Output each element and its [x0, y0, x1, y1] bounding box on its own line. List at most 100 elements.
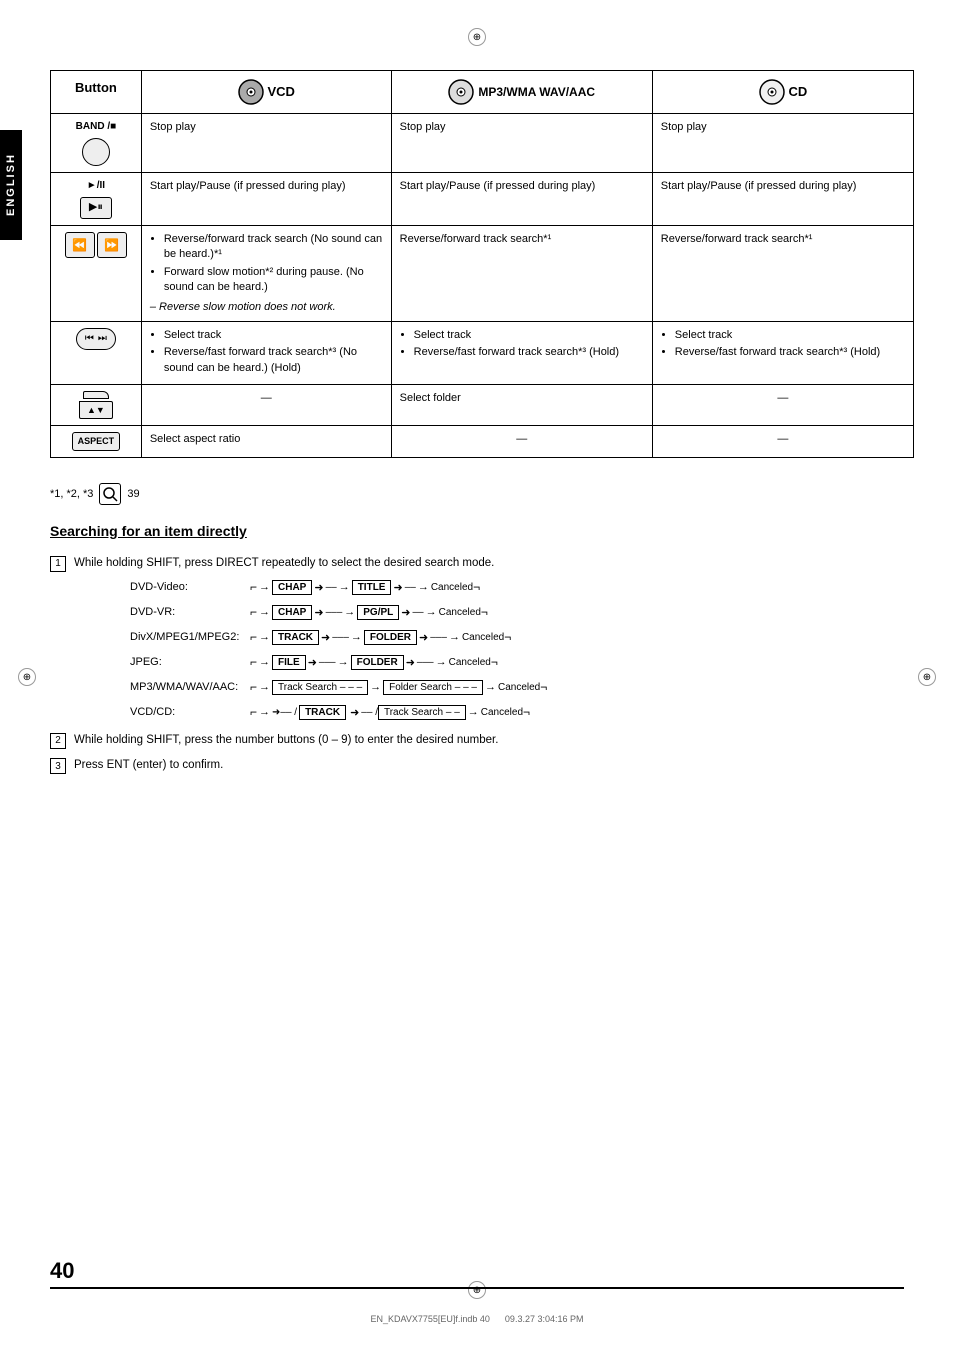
flow-canceled: Canceled: [431, 582, 473, 593]
search-section: Searching for an item directly 1 While h…: [50, 523, 914, 775]
flow-loop-end: ¬: [473, 580, 480, 594]
flow-track-search-mp3: Track Search – – –: [272, 680, 368, 695]
track-fwd-arrow: ⏭: [98, 332, 107, 346]
flow-arrow: →: [351, 631, 362, 643]
flow-file-jpeg: FILE: [272, 655, 306, 670]
track-vcd-list: Select track Reverse/fast forward track …: [150, 328, 383, 376]
flow-dash2: ––: [405, 582, 416, 593]
play-label: ►/II: [87, 179, 105, 193]
track-cd-list: Select track Reverse/fast forward track …: [661, 328, 905, 361]
track-cd-item2: Reverse/fast forward track search*³ (Hol…: [675, 345, 905, 360]
flow-loop-start: ⌐: [250, 630, 257, 644]
search-row-mp3: MP3/WMA/WAV/AAC: ⌐ → Track Search – – – …: [130, 680, 914, 695]
flow-loop-start: ⌐: [250, 680, 257, 694]
flow-arrow: ➜: [308, 656, 317, 669]
aspect-cd-cell: —: [652, 426, 913, 458]
flow-canceled-jpeg: Canceled: [449, 657, 491, 668]
english-tab: ENGLISH: [0, 130, 22, 240]
footer-date: 09.3.27 3:04:16 PM: [505, 1314, 584, 1324]
vcd-label: VCD: [268, 83, 295, 101]
flow-chap-vr: CHAP: [272, 605, 312, 620]
play-mp3-cell: Start play/Pause (if pressed during play…: [391, 173, 652, 226]
search-cd-cell: Reverse/forward track search*¹: [652, 226, 913, 322]
flow-canceled-divx: Canceled: [462, 632, 504, 643]
mp3-label: MP3/WMA WAV/AAC: [478, 84, 595, 101]
reg-mark-left: ⊕: [18, 668, 36, 686]
flow-arrow: →: [468, 706, 479, 718]
flow-arrow: ➜: [314, 606, 323, 619]
flow-folder-divx: FOLDER: [364, 630, 417, 645]
dvdvideo-flow: ⌐ → CHAP ➜ –– → TITLE ➜ –– → Canceled ¬: [250, 580, 480, 595]
track-rev-arrow: ⏮: [85, 332, 94, 346]
search-row-vcd: VCD/CD: ⌐ → ➜–– / TRACK ➜ –– / Track Sea…: [130, 705, 914, 720]
dvdvideo-label: DVD-Video:: [130, 581, 250, 593]
folder-vcd-cell: —: [141, 385, 391, 426]
footer-text: EN_KDAVX7755[EU]f.indb 40 09.3.27 3:04:1…: [371, 1314, 584, 1324]
step-num-3: 3: [50, 758, 66, 774]
table-row: ⏪ ⏩ Reverse/forward track search (No sou…: [51, 226, 914, 322]
cd-disc-icon: [759, 79, 785, 105]
track-cd-cell: Select track Reverse/fast forward track …: [652, 321, 913, 384]
mp3-disc-icon: [448, 79, 474, 105]
flow-arrow: →: [338, 656, 349, 668]
vcd-disc-icon: [238, 79, 264, 105]
flow-arrow: →: [418, 581, 429, 593]
flow-canceled-vr: Canceled: [439, 607, 481, 618]
flow-loop-start: ⌐: [250, 580, 257, 594]
play-cd-cell: Start play/Pause (if pressed during play…: [652, 173, 913, 226]
step-1-text: While holding SHIFT, press DIRECT repeat…: [74, 555, 494, 572]
flow-arrow: →: [485, 681, 496, 693]
step-num-1: 1: [50, 556, 66, 572]
flow-loop-start: ⌐: [250, 605, 257, 619]
band-cd-cell: Stop play: [652, 114, 913, 173]
search-section-title: Searching for an item directly: [50, 523, 914, 539]
reg-mark-top: ⊕: [468, 28, 486, 46]
main-content: Button VCD: [50, 70, 914, 774]
track-mp3-list: Select track Reverse/fast forward track …: [400, 328, 644, 361]
search-fwd-icon: ⏩: [97, 232, 127, 258]
aspect-vcd-cell: Select aspect ratio: [141, 426, 391, 458]
search-row-divx: DivX/MPEG1/MPEG2: ⌐ → TRACK ➜ ––– → FOLD…: [130, 630, 914, 645]
col-header-vcd: VCD: [141, 71, 391, 114]
col-header-cd: CD: [652, 71, 913, 114]
track-vcd-item2: Reverse/fast forward track search*³ (No …: [164, 345, 383, 376]
flow-dash-jpeg1: –––: [319, 657, 336, 668]
flow-arrow: →: [426, 606, 437, 618]
search-row-dvdvr: DVD-VR: ⌐ → CHAP ➜ ––– → PG/PL ➜ –– → Ca…: [130, 605, 914, 620]
flow-arrow: →: [259, 631, 270, 643]
flow-arrow: →: [259, 706, 270, 718]
aspect-mp3-cell: —: [391, 426, 652, 458]
play-vcd-cell: Start play/Pause (if pressed during play…: [141, 173, 391, 226]
flow-canceled-mp3: Canceled: [498, 682, 540, 693]
page-number: 40: [50, 1258, 74, 1284]
dvdvr-label: DVD-VR:: [130, 606, 250, 618]
step-2-text: While holding SHIFT, press the number bu…: [74, 732, 498, 749]
folder-tab-icon: [83, 391, 109, 399]
jpeg-label: JPEG:: [130, 656, 250, 668]
col-header-mp3: MP3/WMA WAV/AAC: [391, 71, 652, 114]
table-row: BAND /■ Stop play Stop play Stop play: [51, 114, 914, 173]
search-mode-table: DVD-Video: ⌐ → CHAP ➜ –– → TITLE ➜ –– → …: [130, 580, 914, 720]
vcd-flow: ⌐ → ➜–– / TRACK ➜ –– / Track Search – – …: [250, 705, 530, 720]
btn-cell-band: BAND /■: [51, 114, 142, 173]
aspect-button-icon: ASPECT: [72, 432, 121, 451]
flow-folder-jpeg: FOLDER: [351, 655, 404, 670]
flow-dash-vr1: –––: [326, 607, 343, 618]
table-row: ⏮ ⏭ Select track Reverse/fast forward tr…: [51, 321, 914, 384]
main-table: Button VCD: [50, 70, 914, 458]
flow-arrow: ➜: [314, 581, 323, 594]
jpeg-flow: ⌐ → FILE ➜ ––– → FOLDER ➜ ––– → Canceled…: [250, 655, 498, 670]
flow-loop-end: ¬: [540, 680, 547, 694]
flow-pgpl: PG/PL: [357, 605, 399, 620]
flow-arrow: ➜: [401, 606, 410, 619]
flow-dash-divx2: –––: [430, 632, 447, 643]
btn-cell-search: ⏪ ⏩: [51, 226, 142, 322]
flow-loop-end: ¬: [481, 605, 488, 619]
track-vcd-item1: Select track: [164, 328, 383, 343]
cd-label: CD: [789, 83, 808, 101]
mp3-search-label: MP3/WMA/WAV/AAC:: [130, 681, 250, 693]
band-vcd-cell: Stop play: [141, 114, 391, 173]
play-button-icon: ▶⏸: [80, 197, 112, 219]
search-step-2: 2 While holding SHIFT, press the number …: [50, 732, 914, 749]
reg-mark-bottom: ⊕: [468, 1281, 486, 1299]
